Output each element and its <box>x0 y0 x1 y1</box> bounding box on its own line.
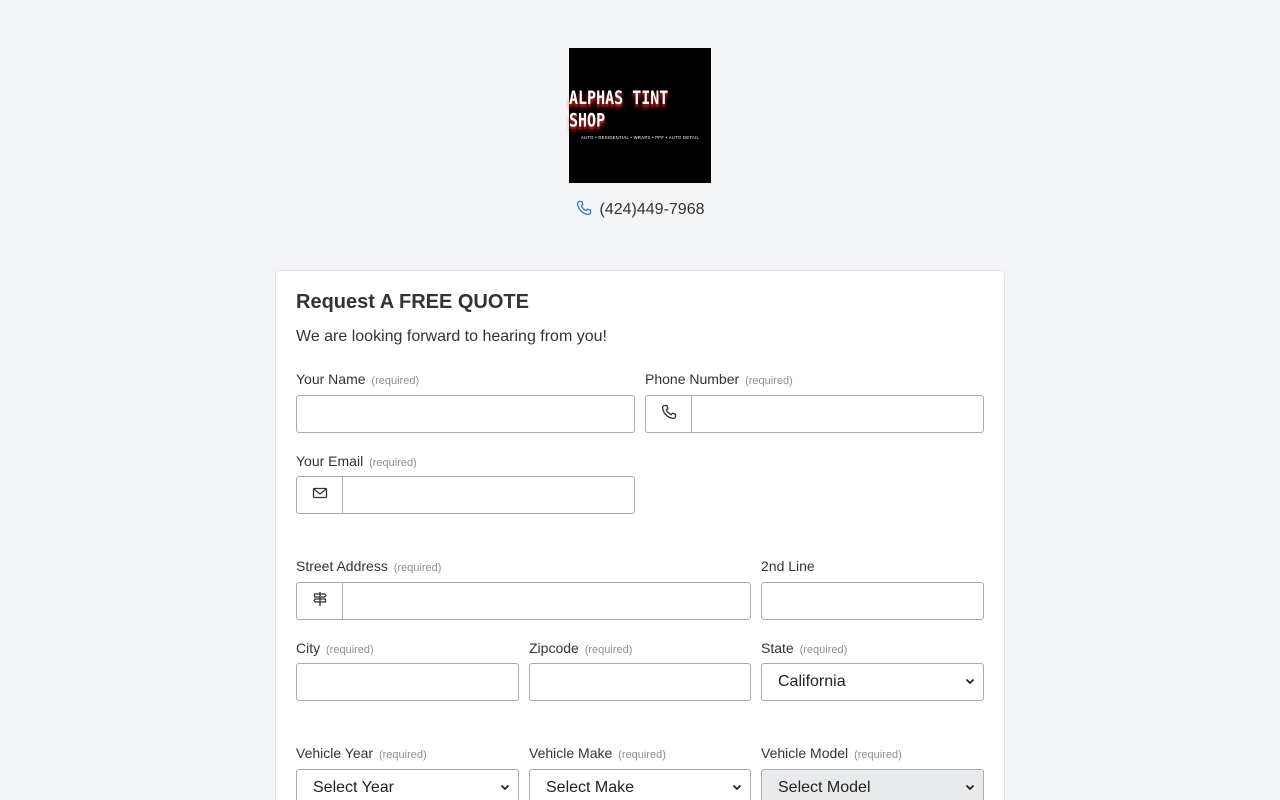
form-title: Request A FREE QUOTE <box>296 291 529 313</box>
email-input[interactable] <box>342 476 635 514</box>
email-label: Your Email (required) <box>296 453 417 469</box>
header-phone[interactable]: (424)449-7968 <box>0 199 1280 221</box>
phone-icon <box>661 404 677 425</box>
model-select-value: Select Model <box>778 779 871 796</box>
chevron-down-icon <box>500 779 510 797</box>
phone-label: Phone Number (required) <box>645 371 793 387</box>
zip-label: Zipcode (required) <box>529 640 633 656</box>
make-label: Vehicle Make (required) <box>529 745 666 761</box>
envelope-icon <box>312 485 328 506</box>
name-label: Your Name (required) <box>296 371 420 387</box>
line2-label: 2nd Line <box>761 558 815 574</box>
logo-tagline: AUTO • RESIDENTIAL • WRAPS • PPF • AUTO … <box>580 135 700 140</box>
street-label: Street Address (required) <box>296 558 442 574</box>
model-select[interactable]: Select Model <box>761 769 984 800</box>
year-select[interactable]: Select Year <box>296 769 519 800</box>
year-select-value: Select Year <box>313 779 394 796</box>
phone-input-group <box>645 395 984 433</box>
line2-input[interactable] <box>761 582 984 620</box>
phone-addon <box>645 395 691 433</box>
make-select-value: Select Make <box>546 779 635 796</box>
city-label: City (required) <box>296 640 374 656</box>
state-label: State (required) <box>761 640 848 656</box>
email-input-group <box>296 476 635 514</box>
chevron-down-icon <box>965 779 975 797</box>
chevron-down-icon <box>965 673 975 691</box>
make-select[interactable]: Select Make <box>529 769 751 800</box>
model-label: Vehicle Model (required) <box>761 745 902 761</box>
chevron-down-icon <box>732 779 742 797</box>
logo-title: ALPHAS TINT SHOP <box>569 86 669 132</box>
state-select-value: California <box>778 673 846 690</box>
phone-input[interactable] <box>691 395 984 433</box>
street-addon <box>296 582 342 620</box>
year-label: Vehicle Year (required) <box>296 745 427 761</box>
quote-form-card <box>275 270 1005 800</box>
name-input[interactable] <box>296 395 635 433</box>
city-input[interactable] <box>296 663 519 701</box>
street-input-group <box>296 582 751 620</box>
form-subtitle: We are looking forward to hearing from y… <box>296 328 607 345</box>
phone-icon <box>576 200 592 221</box>
street-input[interactable] <box>342 582 751 620</box>
signpost-icon <box>312 591 328 612</box>
brand-logo: ALPHAS TINT SHOP AUTO • RESIDENTIAL • WR… <box>569 48 711 183</box>
zip-input[interactable] <box>529 663 751 701</box>
header-phone-number[interactable]: (424)449-7968 <box>600 201 705 219</box>
state-select[interactable]: California <box>761 663 984 701</box>
email-addon <box>296 476 342 514</box>
